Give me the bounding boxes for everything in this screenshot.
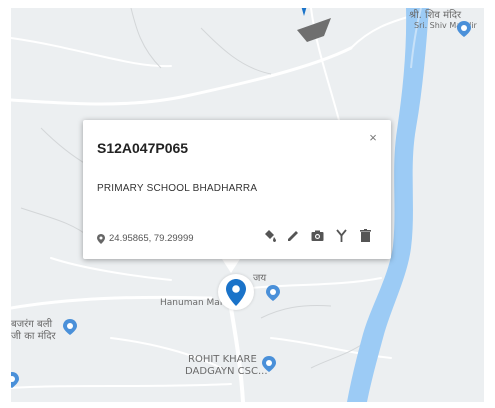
trash-icon[interactable] bbox=[358, 228, 373, 243]
popup-toolbar bbox=[262, 228, 373, 243]
popup-pointer bbox=[222, 259, 240, 273]
poi-pin-icon[interactable] bbox=[11, 372, 19, 388]
location-info-popup: S12A047P065 × PRIMARY SCHOOL BHADHARRA 2… bbox=[83, 120, 391, 259]
pencil-icon[interactable] bbox=[286, 228, 301, 243]
close-icon[interactable]: × bbox=[366, 131, 380, 145]
camera-icon[interactable] bbox=[310, 228, 325, 243]
popup-coordinates: 24.95865, 79.29999 bbox=[97, 233, 194, 244]
poi-pin-icon[interactable] bbox=[63, 319, 77, 335]
popup-description: PRIMARY SCHOOL BHADHARRA bbox=[97, 183, 258, 194]
popup-title: S12A047P065 bbox=[97, 140, 189, 156]
poi-pin-icon[interactable] bbox=[457, 21, 471, 37]
label-hanuman-hindi: जय bbox=[253, 273, 267, 284]
poi-pin-icon[interactable] bbox=[262, 356, 276, 372]
coordinates-text: 24.95865, 79.29999 bbox=[109, 233, 194, 244]
label-bajrang-bali: बजरंग बली bbox=[11, 319, 53, 330]
label-rohit-khare: ROHIT KHARE bbox=[188, 354, 257, 365]
selected-location-marker-icon[interactable] bbox=[226, 279, 246, 306]
paint-bucket-icon[interactable] bbox=[262, 228, 277, 243]
poi-pin-icon[interactable] bbox=[266, 285, 280, 301]
label-bajrang-bali-mandir: जी का मंदिर bbox=[11, 331, 56, 342]
label-dadgayn-csc: DADGAYN CSC... bbox=[185, 366, 268, 377]
location-pin-icon bbox=[97, 233, 105, 244]
fork-icon[interactable] bbox=[334, 228, 349, 243]
map-canvas[interactable]: श्री. शिव मंदिर Sri. Shiv Mandir जय Hanu… bbox=[11, 8, 484, 402]
